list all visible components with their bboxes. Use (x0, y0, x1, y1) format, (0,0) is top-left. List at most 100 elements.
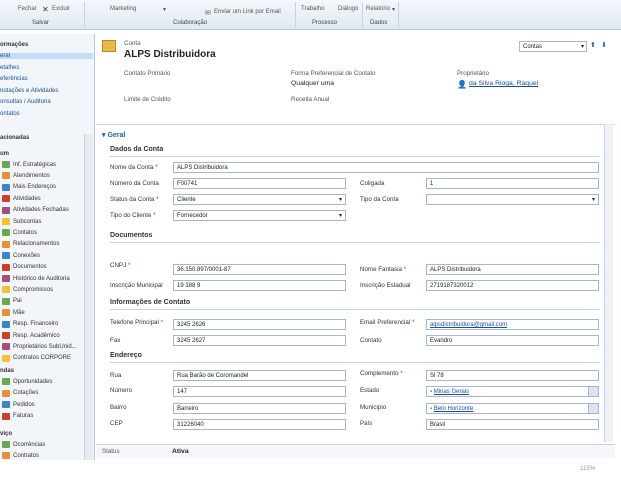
fax-input[interactable]: 3245 2627 (173, 335, 346, 346)
nav-section-comum: um (0, 151, 9, 157)
chevron-down-icon: ▾ (580, 44, 584, 50)
trabalho-button[interactable]: Trabalho (301, 6, 324, 12)
nav-info-etalhes[interactable]: etalhes (0, 65, 19, 71)
nav-related-resp-acade-mico[interactable]: Resp. Acadêmico (2, 332, 60, 339)
proprietario-link[interactable]: da Silva Rioga, Raquel (469, 80, 538, 87)
bairro-input[interactable]: Barreiro (173, 403, 346, 414)
tab-geral[interactable]: ▾ Geral (102, 131, 125, 139)
entity-icon (2, 252, 10, 260)
email-label: Email Preferencial * (360, 319, 415, 326)
forma-contato-value: Qualquer uma (291, 80, 335, 87)
nav-related-ma-e[interactable]: Mãe (2, 309, 25, 317)
nav-section-informacoes: ormações (0, 42, 29, 48)
nav-item-label: Cotações (13, 390, 39, 396)
nav-related-compromissos[interactable]: Compromissos (2, 286, 54, 294)
send-link-button[interactable]: Enviar um Link por Email (214, 9, 281, 15)
nav-related-proprieta-rios-subunid[interactable]: Proprietários SubUnid... (2, 343, 77, 351)
relatorio-button[interactable]: Relatório (366, 6, 390, 12)
entity-icon (2, 309, 10, 317)
nav-item-label: Faturas (13, 413, 34, 419)
nav-info-notac-o-es-e-atividades[interactable]: notações e Atividades (0, 88, 58, 94)
nav-item-label: Mãe (13, 309, 25, 316)
nav-related-atendimentos[interactable]: Atendimentos (2, 172, 50, 180)
municipio-lookup[interactable]: ▪ Belo Horizonte (426, 403, 599, 414)
form-selector[interactable]: Contas ▾ (519, 41, 587, 52)
nav-related-contratos-corpore[interactable]: Contratos CORPORE (2, 354, 72, 362)
nav-item-label: Contratos CORPORE (13, 355, 72, 362)
entity-icon (2, 332, 10, 339)
nav-related-contatos[interactable]: Contatos (2, 229, 38, 237)
group-colaboracao: Colaboração (173, 20, 208, 26)
nav-related-conexo-es[interactable]: Conexões (2, 252, 41, 260)
inscricao-municipal-input[interactable]: 19 188 9 (173, 280, 346, 291)
rua-input[interactable]: Rua Barão de Coromandel (173, 370, 346, 381)
zoom-level[interactable]: 115% (580, 465, 595, 472)
nav-vendas-pedidos[interactable]: Pedidos (2, 401, 35, 408)
nav-vendas-faturas[interactable]: Faturas (2, 412, 34, 420)
telefone-input[interactable]: 3245 2626 (173, 319, 346, 330)
nav-related-subcontas[interactable]: Subcontas (2, 218, 41, 225)
chevron-down-icon: ▾ (163, 7, 167, 13)
complemento-input[interactable]: Sl 78 (426, 370, 599, 381)
nav-item-label: Contatos (13, 229, 38, 236)
nome-fantasia-input[interactable]: ALPS Distribuidora (426, 264, 599, 275)
email-input[interactable]: alpsdistribuidora@gmail.com (426, 319, 599, 330)
entity-icon (2, 343, 10, 351)
numero-conta-input[interactable]: F00741 (173, 178, 346, 189)
tipo-cliente-select[interactable]: Fornecedor ▾ (173, 210, 346, 221)
nav-item-label: Compromissos (13, 286, 54, 293)
inscricao-estadual-input[interactable]: 2719187320012 (426, 280, 599, 291)
lookup-icon[interactable] (588, 387, 598, 396)
entity-icon (2, 452, 10, 459)
nav-related-pai[interactable]: Pai (2, 297, 22, 305)
close-button[interactable]: Fechar (18, 6, 37, 12)
contato-input[interactable]: Evandro (426, 335, 599, 346)
entity-icon (2, 320, 10, 328)
marketing-menu[interactable]: Marketing (110, 6, 136, 12)
entity-icon (2, 263, 10, 271)
form-scrollbar[interactable] (604, 124, 613, 442)
arrow-up-icon[interactable]: ⬆ (590, 41, 596, 49)
nav-related-resp-financeiro[interactable]: Resp. Financeiro (2, 320, 59, 328)
nav-item-label: Pedidos (13, 401, 35, 408)
nav-item-label: Resp. Financeiro (13, 321, 59, 328)
nav-scrollbar[interactable] (84, 134, 93, 460)
status-conta-select[interactable]: Cliente ▾ (173, 194, 346, 205)
nome-conta-input[interactable]: ALPS Distribuidora (173, 162, 599, 173)
nav-info-efere-ncias[interactable]: eferências (0, 76, 28, 82)
nav-related-mais-enderec-os[interactable]: Mais Endereços (2, 183, 56, 191)
contato-label: Contato (360, 337, 382, 344)
delete-button[interactable]: Excluir (52, 6, 70, 12)
nav-vendas-cotac-o-es[interactable]: Cotações (2, 389, 39, 397)
nav-info-eral[interactable]: eral (0, 53, 93, 59)
nav-servico-ocorre-ncias[interactable]: Ocorrências (2, 441, 45, 448)
nav-related-atividades[interactable]: Atividades (2, 195, 41, 203)
numero-input[interactable]: 147 (173, 386, 346, 397)
lookup-icon[interactable] (588, 404, 598, 413)
entity-icon (2, 354, 10, 362)
coligada-input[interactable]: 1 (426, 178, 599, 189)
nav-item-label: Inf. Estratégicas (13, 161, 57, 168)
nav-info-onsultas-auditoria[interactable]: onsultas / Auditoria (0, 99, 51, 105)
pais-input[interactable]: Brasil (426, 419, 599, 430)
estado-lookup[interactable]: ▪ Minas Gerais (426, 386, 599, 397)
nav-related-documentos[interactable]: Documentos (2, 263, 47, 271)
nav-vendas-oportunidades[interactable]: Oportunidades (2, 378, 52, 385)
nav-info-ontatos[interactable]: ontatos (0, 111, 20, 117)
limite-credito-label: Limite de Crédito (124, 96, 171, 103)
nav-servico-contratos[interactable]: Contratos (2, 452, 39, 459)
nav-related-inf-estrate-gicas[interactable]: Inf. Estratégicas (2, 161, 56, 168)
entity-icon (2, 401, 10, 408)
nav-item-label: Conexões (13, 252, 41, 259)
arrow-down-icon[interactable]: ⬇ (601, 41, 607, 49)
tipo-conta-select[interactable]: ▾ (426, 194, 599, 205)
nav-related-histo-rico-de-auditoria[interactable]: Histórico de Auditoria (2, 275, 70, 282)
nav-related-atividades-fechadas[interactable]: Atividades Fechadas (2, 206, 69, 214)
cnpj-input[interactable]: 36.150.897/0001-87 (173, 264, 346, 275)
cep-input[interactable]: 31226040 (173, 419, 346, 430)
nav-item-label: Documentos (13, 264, 47, 271)
estado-label: Estado (360, 387, 380, 394)
dialogo-button[interactable]: Diálogo (338, 6, 358, 12)
entity-icon (2, 286, 10, 294)
nav-related-relacionamentos[interactable]: Relacionamentos (2, 240, 59, 248)
